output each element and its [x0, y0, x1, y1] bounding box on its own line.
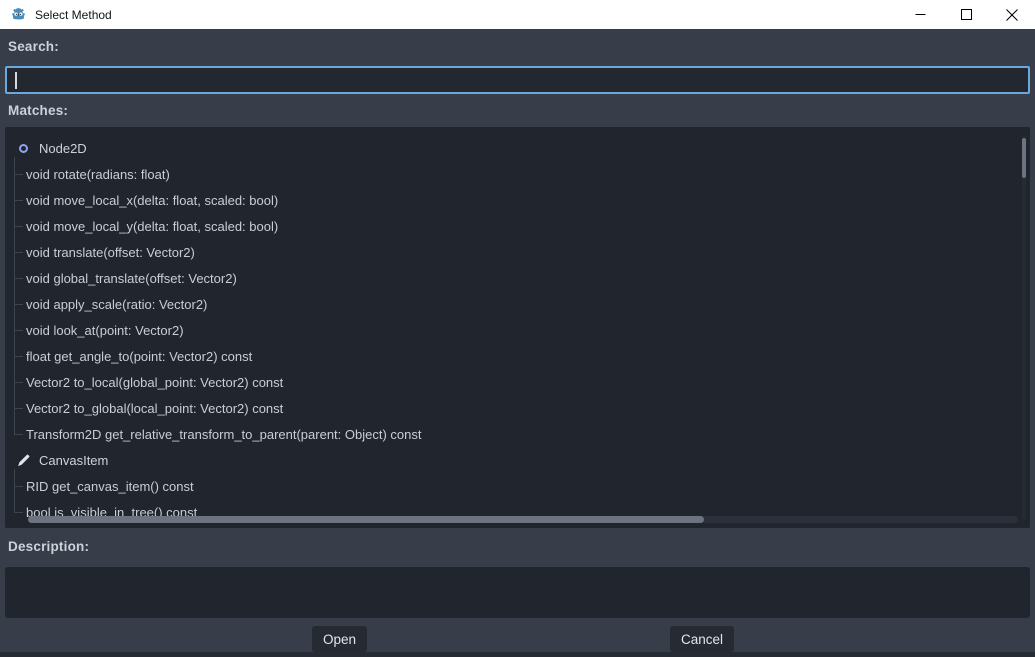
list-item[interactable]: Transform2D get_relative_transform_to_pa…: [5, 421, 1030, 447]
list-item-label: void move_local_x(delta: float, scaled: …: [26, 193, 278, 208]
vertical-scrollbar[interactable]: [1022, 135, 1026, 520]
cancel-button[interactable]: Cancel: [670, 626, 734, 652]
tree-guide-line: [14, 157, 15, 434]
horizontal-scrollbar-thumb[interactable]: [28, 516, 704, 523]
list-item-label: void global_translate(offset: Vector2): [26, 271, 237, 286]
description-panel: [5, 567, 1030, 618]
list-item-label: void apply_scale(ratio: Vector2): [26, 297, 207, 312]
list-item-label: Vector2 to_global(local_point: Vector2) …: [26, 401, 283, 416]
list-item[interactable]: void translate(offset: Vector2): [5, 239, 1030, 265]
list-item-label: void rotate(radians: float): [26, 167, 170, 182]
close-icon: [1006, 9, 1018, 21]
method-list: Node2D void rotate(radians: float) void mo…: [5, 127, 1030, 528]
list-item[interactable]: void look_at(point: Vector2): [5, 317, 1030, 343]
search-label: Search:: [8, 39, 59, 54]
list-item[interactable]: Vector2 to_global(local_point: Vector2) …: [5, 395, 1030, 421]
bottom-edge: [0, 652, 1035, 657]
list-item-label: Node2D: [39, 141, 87, 156]
description-label: Description:: [8, 539, 89, 554]
canvasitem-icon: [16, 453, 30, 467]
window-title: Select Method: [35, 8, 112, 22]
list-item[interactable]: void move_local_x(delta: float, scaled: …: [5, 187, 1030, 213]
list-item[interactable]: CanvasItem: [5, 447, 1030, 473]
vertical-scrollbar-thumb[interactable]: [1022, 138, 1026, 178]
list-item-label: Transform2D get_relative_transform_to_pa…: [26, 427, 421, 442]
search-input[interactable]: [5, 66, 1030, 94]
titlebar: Select Method: [0, 0, 1035, 29]
list-item[interactable]: void rotate(radians: float): [5, 161, 1030, 187]
minimize-button[interactable]: [897, 0, 943, 29]
maximize-button[interactable]: [943, 0, 989, 29]
list-item-label: RID get_canvas_item() const: [26, 479, 194, 494]
tree-guide-line: [14, 469, 15, 512]
open-button[interactable]: Open: [312, 626, 367, 652]
list-item-label: void move_local_y(delta: float, scaled: …: [26, 219, 278, 234]
list-item[interactable]: void move_local_y(delta: float, scaled: …: [5, 213, 1030, 239]
list-item-label: float get_angle_to(point: Vector2) const: [26, 349, 252, 364]
list-item-label: void look_at(point: Vector2): [26, 323, 184, 338]
maximize-icon: [961, 9, 972, 20]
text-caret: [15, 72, 17, 89]
list-item[interactable]: RID get_canvas_item() const: [5, 473, 1030, 499]
list-item[interactable]: void apply_scale(ratio: Vector2): [5, 291, 1030, 317]
close-button[interactable]: [989, 0, 1035, 29]
node2d-icon: [16, 141, 30, 155]
list-item[interactable]: Vector2 to_local(global_point: Vector2) …: [5, 369, 1030, 395]
list-item[interactable]: float get_angle_to(point: Vector2) const: [5, 343, 1030, 369]
select-method-dialog: Select Method Search: Matches: Node2D voi…: [0, 0, 1035, 657]
window-controls: [897, 0, 1035, 29]
list-item-label: void translate(offset: Vector2): [26, 245, 195, 260]
list-item-label: Vector2 to_local(global_point: Vector2) …: [26, 375, 283, 390]
method-list-rows: Node2D void rotate(radians: float) void mo…: [5, 135, 1030, 525]
list-item[interactable]: void global_translate(offset: Vector2): [5, 265, 1030, 291]
list-item-label: CanvasItem: [39, 453, 108, 468]
matches-label: Matches:: [8, 103, 68, 118]
list-item[interactable]: Node2D: [5, 135, 1030, 161]
horizontal-scrollbar[interactable]: [28, 516, 1018, 523]
godot-icon: [10, 6, 27, 23]
minimize-icon: [915, 9, 926, 20]
